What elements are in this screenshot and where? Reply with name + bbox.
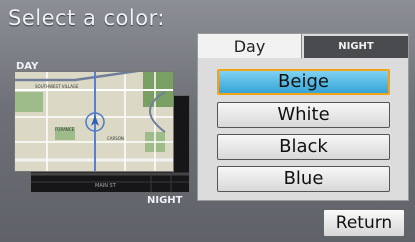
map-label-carson: CARSON [107,136,124,141]
tab-day[interactable]: Day [198,34,302,59]
color-selection-panel: Day NIGHT Beige White Black Blue [197,33,409,201]
night-preview-label: NIGHT [147,195,183,206]
tab-night[interactable]: NIGHT [304,36,408,58]
map-label-forance: FORANCE [55,127,75,132]
color-option-black[interactable]: Black [217,134,390,160]
page-title: Select a color: [8,6,165,30]
color-option-blue[interactable]: Blue [217,166,390,192]
day-map-preview: SOUTHWEST VILLAGE FORANCE CARSON [14,71,174,172]
map-label-southwest-village: SOUTHWEST VILLAGE [35,84,79,89]
return-button[interactable]: Return [323,209,405,237]
color-option-beige[interactable]: Beige [217,69,390,95]
color-option-white[interactable]: White [217,102,390,128]
map-label-main-st: MAIN ST [95,183,117,189]
